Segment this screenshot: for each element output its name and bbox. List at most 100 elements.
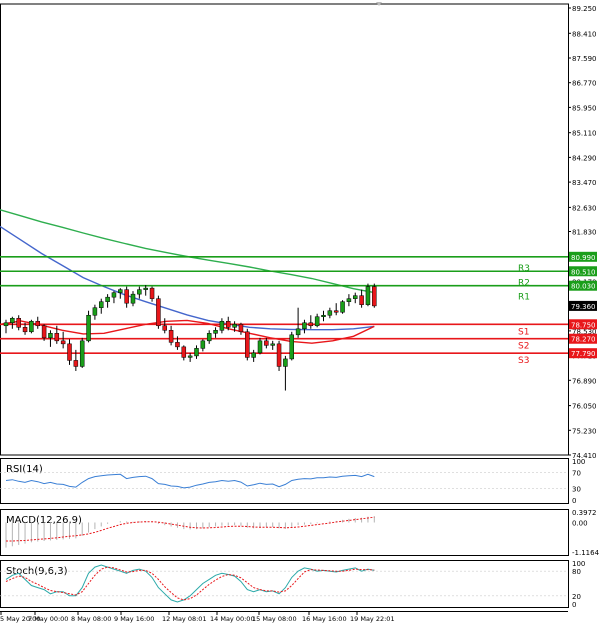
candle-body <box>353 295 358 299</box>
candle-body <box>372 286 377 307</box>
candle-body <box>232 324 237 328</box>
moving-average-line-1 <box>0 209 375 294</box>
price-label-text: 80.990 <box>571 254 596 262</box>
candle-body <box>162 325 167 331</box>
price-tick-label: 89.250 <box>572 5 597 13</box>
price-tick-label: 76.050 <box>572 403 597 411</box>
indicator-panel-frame-1 <box>0 458 569 504</box>
candle-body <box>206 333 212 342</box>
candle-body <box>314 316 320 327</box>
candle-body <box>238 324 244 333</box>
rsi-line <box>5 473 375 489</box>
candle-body <box>99 301 104 308</box>
price-label-text: 79.360 <box>571 303 596 311</box>
candle-body <box>340 301 345 313</box>
price-tick-label: 81.830 <box>572 229 597 237</box>
candle-body <box>156 298 161 327</box>
candle-body <box>79 340 85 367</box>
level-label-s3: S3 <box>518 356 529 366</box>
indicator-panel-frame-2 <box>0 509 569 556</box>
candle-body <box>194 348 199 357</box>
candle-body <box>187 355 193 358</box>
price-tick-label: 75.230 <box>572 427 597 435</box>
indicator-tick-label: 0.00 <box>572 519 588 527</box>
level-label-r3: R3 <box>518 264 530 274</box>
chart-canvas: 89.250 88.410 87.590 86.770 85.950 85.110 84.2… <box>0 2 600 623</box>
moving-average-line-2 <box>0 225 375 331</box>
candle-body <box>16 317 21 328</box>
indicator-tick-label: 30 <box>572 485 581 493</box>
candle-body <box>270 343 275 346</box>
candle-body <box>181 346 187 358</box>
candle-body <box>327 310 333 316</box>
candle-body <box>54 333 60 342</box>
time-tick-label: 7 May 00:00 <box>28 615 68 623</box>
candle-body <box>213 330 218 334</box>
candle-body <box>289 334 294 360</box>
candle-body <box>10 317 15 324</box>
candle-body <box>321 314 326 317</box>
indicator-name: RSI(14) <box>6 464 43 475</box>
candle-body <box>22 327 28 333</box>
candle-body <box>124 289 129 304</box>
price-tick-label: 88.410 <box>572 30 597 38</box>
candle-body <box>200 340 206 349</box>
time-tick-label: 9 May 16:00 <box>114 615 154 623</box>
indicator-tick-label: 0 <box>572 601 576 609</box>
price-label-text: 80.030 <box>571 283 596 291</box>
level-label-r2: R2 <box>518 278 530 288</box>
candle-body <box>3 322 9 327</box>
candle-body <box>365 286 371 305</box>
price-tick-label: 82.630 <box>572 204 597 212</box>
candle-body <box>264 340 269 346</box>
indicator-tick-label: 20 <box>572 593 581 601</box>
indicator-tick-label: 100 <box>572 560 585 568</box>
time-tick-label: 16 May 16:00 <box>302 615 347 623</box>
candle-body <box>92 307 98 316</box>
candle-body <box>48 333 53 339</box>
indicator-panel-frame-3 <box>0 560 569 608</box>
price-label-text: 80.510 <box>571 268 596 276</box>
candle-body <box>35 321 40 327</box>
candle-body <box>276 343 282 367</box>
candle-body <box>245 331 250 358</box>
indicator-tick-label: -1.1164 <box>572 549 600 557</box>
time-tick-label: 19 May 22:01 <box>350 615 395 623</box>
candle-body <box>302 322 307 330</box>
level-label-s1: S1 <box>518 327 529 337</box>
candle-body <box>359 295 364 305</box>
price-panel-frame <box>0 3 569 456</box>
price-tick-label: 85.950 <box>572 104 597 112</box>
price-tick-label: 85.110 <box>572 130 597 138</box>
candle-body <box>283 358 288 367</box>
candle-body <box>295 328 301 336</box>
candle-body <box>73 360 79 367</box>
time-tick-label: 15 May 08:00 <box>252 615 297 623</box>
candle-body <box>60 340 66 345</box>
candle-body <box>111 292 117 298</box>
candle-body <box>105 296 110 302</box>
indicator-tick-label: 80 <box>572 568 581 576</box>
candle-body <box>308 322 314 327</box>
candle-body <box>143 287 148 290</box>
time-tick-label: 8 May 08:00 <box>71 615 111 623</box>
candle-body <box>137 289 142 295</box>
indicator-tick-label: 70 <box>572 470 581 478</box>
candle-body <box>175 342 180 348</box>
time-tick-label: 14 May 00:00 <box>210 615 255 623</box>
candle-body <box>118 289 123 293</box>
time-tick-label: 12 May 08:01 <box>162 615 207 623</box>
price-tick-label: 87.590 <box>572 55 597 63</box>
candle-body <box>130 293 136 304</box>
price-tick-label: 76.890 <box>572 377 597 385</box>
candle-body <box>149 287 155 299</box>
level-label-s2: S2 <box>518 342 529 352</box>
price-tick-label: 83.470 <box>572 179 597 187</box>
candle-body <box>219 321 225 331</box>
price-label-text: 77.790 <box>571 350 596 358</box>
candle-body <box>168 330 174 343</box>
candle-body <box>333 310 339 313</box>
indicator-tick-label: 100 <box>572 458 585 466</box>
indicator-tick-label: 0 <box>572 497 576 505</box>
candle-body <box>29 321 34 333</box>
